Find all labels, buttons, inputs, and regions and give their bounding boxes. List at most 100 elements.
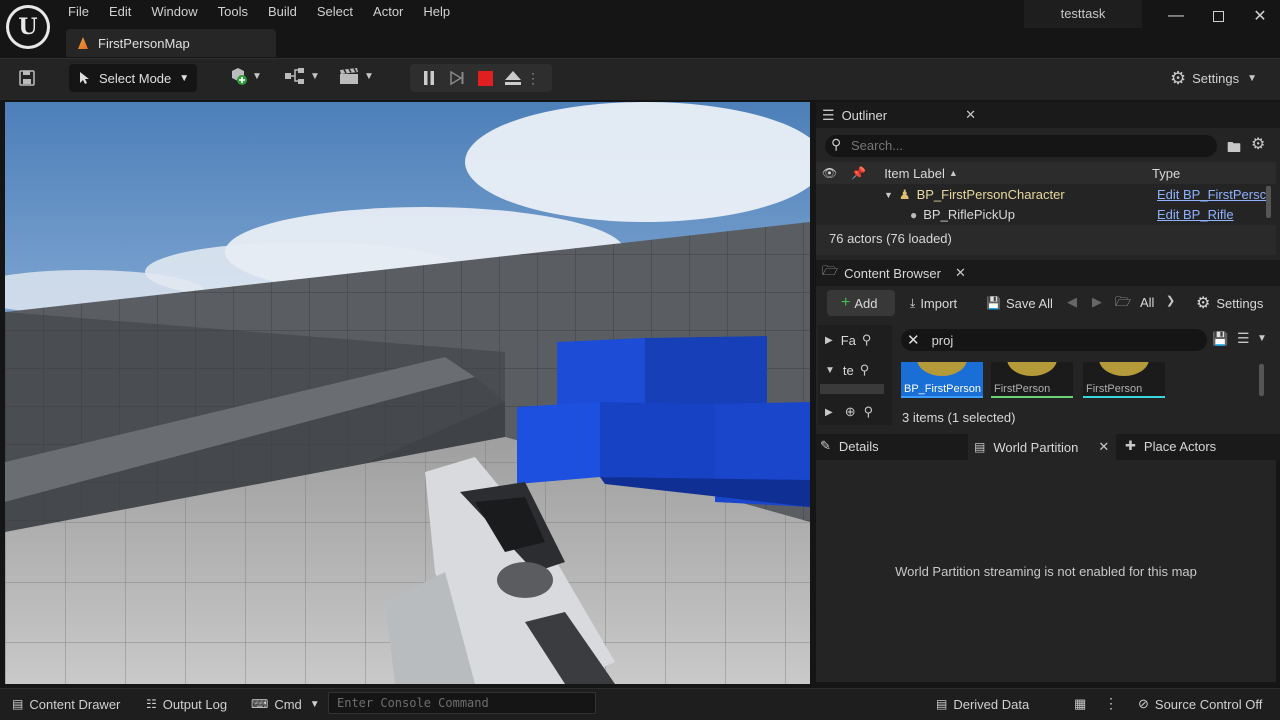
trace-icon[interactable]: ▦ xyxy=(1074,696,1086,712)
drawer-icon: ▤ xyxy=(12,697,24,711)
maximize-button[interactable] xyxy=(1198,0,1238,32)
chevron-down-icon: ▼ xyxy=(252,70,262,82)
menu-window[interactable]: Window xyxy=(141,0,207,24)
asset-thumbnail[interactable]: FirstPerson xyxy=(991,362,1073,398)
add-collection-icon[interactable]: ⊕ xyxy=(845,404,856,420)
asset-thumbnail[interactable]: FirstPerson xyxy=(1083,362,1165,398)
import-button[interactable]: ⤓ Import xyxy=(910,290,957,316)
add-actor-button[interactable]: ▼ xyxy=(228,66,262,86)
log-icon: ☷ xyxy=(146,697,157,711)
path-all[interactable]: All xyxy=(1140,295,1154,310)
project-section[interactable]: ▼ te ⚲ xyxy=(825,360,869,380)
favorites-section[interactable]: ▶ Fa ⚲ xyxy=(825,330,871,350)
expand-arrow-icon: ▶ xyxy=(825,334,833,346)
edit-blueprint-link[interactable]: Edit BP_Rifle xyxy=(1157,207,1234,222)
search-icon[interactable]: ⚲ xyxy=(864,404,874,420)
chevron-down-icon[interactable]: ▼ xyxy=(1257,333,1267,344)
blueprint-button[interactable]: ▼ xyxy=(284,66,320,86)
search-icon[interactable]: ⚲ xyxy=(860,362,870,378)
collections-section[interactable]: ▶ ⊕ ⚲ xyxy=(825,402,873,422)
folder-icon: 🗁 xyxy=(1115,294,1132,309)
pin-icon[interactable]: 📌 xyxy=(851,166,866,180)
tab-details[interactable]: ✎ Details xyxy=(820,438,879,454)
level-tab[interactable]: FirstPersonMap xyxy=(66,29,276,57)
chevron-down-icon: ▼ xyxy=(364,70,374,82)
unreal-logo-icon: U xyxy=(6,5,50,49)
content-drawer-button[interactable]: ▤ Content Drawer xyxy=(12,688,120,720)
derived-data-button[interactable]: ▤ Derived Data xyxy=(936,688,1029,720)
search-icon[interactable]: ⚲ xyxy=(862,332,872,348)
outliner-header: 👁 📌 Item Label ▲ Type xyxy=(816,162,1276,184)
close-window-button[interactable]: ✕ xyxy=(1240,0,1280,32)
outliner-row[interactable]: ▼ ♟ BP_FirstPersonCharacter xyxy=(884,185,1065,204)
favorites-label: Fa xyxy=(840,332,856,348)
frame-skip-button[interactable] xyxy=(444,65,470,91)
details-label: Details xyxy=(838,438,879,454)
edit-blueprint-link[interactable]: Edit BP_FirstPersc xyxy=(1157,187,1266,202)
save-icon[interactable] xyxy=(14,65,40,91)
import-label: Import xyxy=(920,295,958,311)
more-options-icon[interactable]: ⋮ xyxy=(1104,695,1118,712)
clear-search-icon[interactable]: ✕ xyxy=(907,331,920,349)
clapperboard-icon xyxy=(340,68,358,84)
select-mode-dropdown[interactable]: Select Mode ▼ xyxy=(69,64,197,92)
menu-edit[interactable]: Edit xyxy=(99,0,141,24)
source-control-button[interactable]: ⊘ Source Control Off xyxy=(1138,688,1262,720)
visibility-icon[interactable]: 👁 xyxy=(822,166,837,180)
column-item-label[interactable]: Item Label xyxy=(884,166,945,181)
gear-icon[interactable]: ⚙ xyxy=(1251,134,1265,154)
chevron-down-icon: ▼ xyxy=(309,698,320,710)
settings-button[interactable]: ⚙ Settings ▼ xyxy=(1170,64,1257,92)
settings-label: Settings xyxy=(1192,70,1240,86)
menu-actor[interactable]: Actor xyxy=(363,0,413,24)
asset-name: BP_FirstPerson xyxy=(904,383,982,395)
level-viewport[interactable] xyxy=(5,102,810,684)
content-scrollbar[interactable] xyxy=(1259,364,1264,396)
project-name: testtask xyxy=(1024,0,1142,28)
output-log-button[interactable]: ☷ Output Log xyxy=(146,688,227,720)
cb-settings-button[interactable]: ⚙ Settings xyxy=(1196,290,1263,316)
minimize-button[interactable]: — xyxy=(1156,0,1196,32)
add-button[interactable]: + Add xyxy=(827,290,895,316)
tab-world-partition[interactable]: ▤ World Partition ✕ xyxy=(968,434,1116,460)
outliner-search-input[interactable]: Search... xyxy=(825,135,1217,157)
cinematics-button[interactable]: ▼ xyxy=(338,66,374,86)
save-search-icon[interactable]: 💾 xyxy=(1212,331,1228,347)
menu-select[interactable]: Select xyxy=(307,0,363,24)
content-search-input[interactable]: ✕ proj xyxy=(901,329,1207,351)
select-mode-label: Select Mode xyxy=(99,70,172,86)
outliner-row[interactable]: ● BP_RiflePickUp xyxy=(910,205,1015,224)
sort-up-icon: ▲ xyxy=(948,168,958,178)
close-icon[interactable]: ✕ xyxy=(955,265,966,281)
close-icon[interactable]: ✕ xyxy=(965,107,976,123)
add-folder-icon[interactable]: 🖿 xyxy=(1227,137,1241,161)
cmd-dropdown[interactable]: ⌨ Cmd ▼ xyxy=(251,688,320,720)
chevron-right-icon[interactable]: ❯ xyxy=(1166,294,1175,307)
more-options-icon[interactable]: ⋮ xyxy=(526,65,540,91)
pause-button[interactable] xyxy=(416,65,442,91)
column-type[interactable]: Type xyxy=(1152,166,1180,181)
close-icon[interactable]: ✕ xyxy=(1098,439,1109,455)
eject-button[interactable] xyxy=(500,65,526,91)
menu-tools[interactable]: Tools xyxy=(208,0,258,24)
expand-arrow-icon[interactable]: ▼ xyxy=(884,190,893,200)
stop-button[interactable] xyxy=(472,65,498,91)
forward-arrow-icon[interactable]: ▶ xyxy=(1092,294,1102,310)
menu-file[interactable]: File xyxy=(58,0,99,24)
character-icon: ♟ xyxy=(898,186,911,202)
save-all-button[interactable]: 💾 Save All xyxy=(986,290,1053,316)
play-controls: ⋮ xyxy=(410,64,552,92)
outliner-tab[interactable]: ☰ Outliner ✕ xyxy=(816,102,1280,128)
tree-folder-row[interactable] xyxy=(820,384,884,394)
menu-help[interactable]: Help xyxy=(413,0,460,24)
asset-thumbnail[interactable]: BP_FirstPerson xyxy=(901,362,983,398)
back-arrow-icon[interactable]: ◀ xyxy=(1067,294,1077,310)
outliner-scrollbar[interactable] xyxy=(1266,186,1271,218)
menu-build[interactable]: Build xyxy=(258,0,307,24)
tab-place-actors[interactable]: ✚ Place Actors xyxy=(1125,438,1216,454)
actor-icon: ● xyxy=(910,207,918,222)
save-icon: 💾 xyxy=(986,296,1001,310)
content-browser-tab[interactable]: 🗁 Content Browser ✕ xyxy=(816,260,1280,286)
console-command-input[interactable]: Enter Console Command xyxy=(328,692,596,714)
filter-icon[interactable]: ☰ xyxy=(1237,330,1250,347)
